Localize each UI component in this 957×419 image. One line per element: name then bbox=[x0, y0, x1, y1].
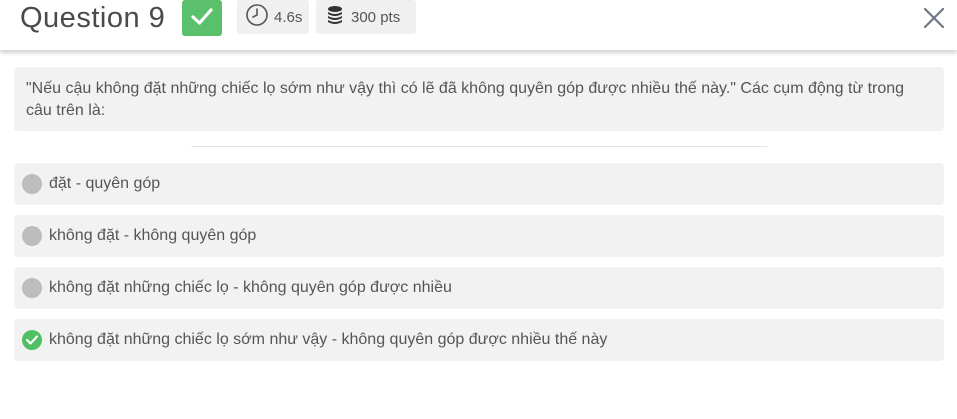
radio-icon bbox=[22, 226, 42, 246]
time-value: 4.6s bbox=[274, 8, 303, 26]
check-icon bbox=[191, 8, 213, 25]
answer-option-1[interactable]: đặt - quyên góp bbox=[14, 163, 944, 205]
time-pill: 4.6s bbox=[237, 0, 309, 34]
answer-option-3[interactable]: không đặt những chiếc lọ - không quyên g… bbox=[14, 267, 944, 309]
answer-label: không đặt những chiếc lọ - không quyên g… bbox=[49, 279, 452, 296]
points-value: 300 pts bbox=[351, 8, 401, 26]
coins-icon bbox=[324, 4, 346, 30]
question-title: Question 9 bbox=[20, 2, 166, 34]
question-text-box: "Nếu cậu không đặt những chiếc lọ sớm nh… bbox=[14, 67, 944, 131]
correct-check-icon bbox=[22, 330, 42, 350]
close-button[interactable] bbox=[922, 6, 946, 30]
answer-label: không đặt những chiếc lọ sớm như vậy - k… bbox=[49, 331, 608, 348]
question-text: "Nếu cậu không đặt những chiếc lọ sớm nh… bbox=[26, 80, 905, 119]
answer-label: đặt - quyên góp bbox=[49, 175, 161, 192]
answer-label: không đặt - không quyên góp bbox=[49, 227, 257, 244]
points-pill: 300 pts bbox=[316, 0, 416, 34]
header-bar: Question 9 4.6s 300 pts bbox=[0, 0, 957, 50]
divider bbox=[191, 146, 767, 147]
radio-icon bbox=[22, 278, 42, 298]
answer-option-2[interactable]: không đặt - không quyên góp bbox=[14, 215, 944, 257]
answer-option-4[interactable]: không đặt những chiếc lọ sớm như vậy - k… bbox=[14, 319, 944, 361]
correct-badge bbox=[182, 0, 222, 36]
close-icon bbox=[923, 7, 945, 29]
clock-icon bbox=[245, 3, 269, 31]
radio-icon bbox=[22, 174, 42, 194]
